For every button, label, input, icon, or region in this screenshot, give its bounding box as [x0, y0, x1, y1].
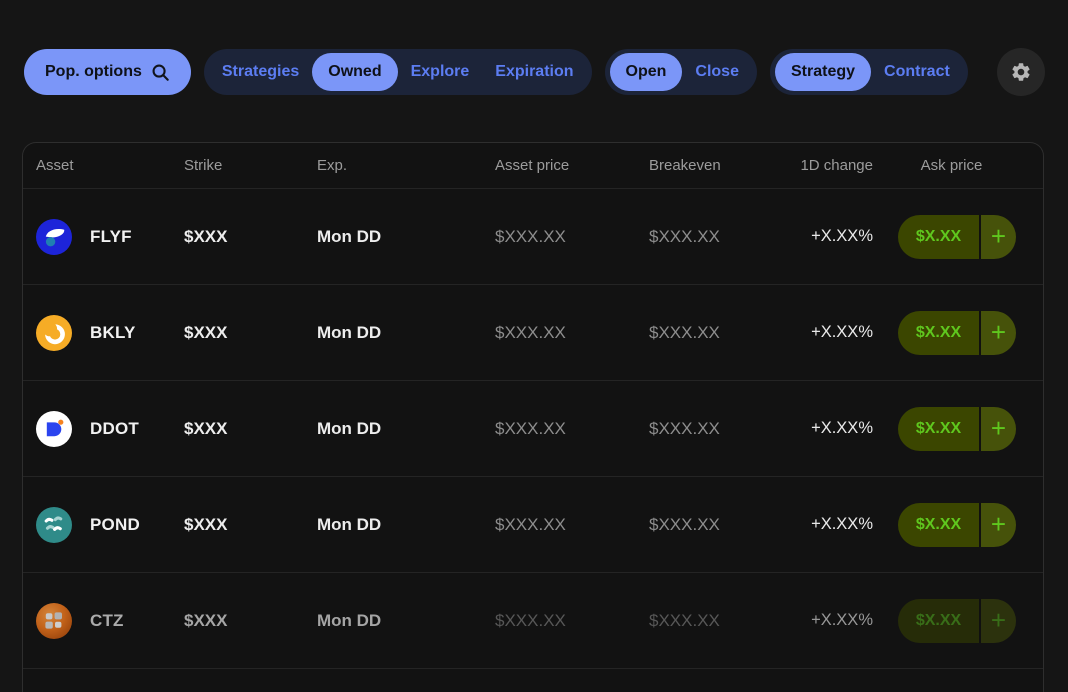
- col-header-asset-price: Asset price: [495, 157, 649, 174]
- table-row[interactable]: CTZ $XXX Mon DD $XXX.XX $XXX.XX +X.XX% $…: [23, 572, 1043, 668]
- pop-options-button[interactable]: Pop. options: [24, 49, 191, 95]
- asset-cell: FLYF: [36, 219, 184, 255]
- table-row[interactable]: FLYF $XXX Mon DD $XXX.XX $XXX.XX +X.XX% …: [23, 188, 1043, 284]
- ctz-logo-icon: [36, 603, 72, 639]
- ask-price-label[interactable]: $X.XX: [898, 407, 979, 451]
- toolbar: Pop. options Strategies Owned Explore Ex…: [24, 48, 1045, 96]
- options-trading-screen: Pop. options Strategies Owned Explore Ex…: [0, 0, 1068, 692]
- add-icon[interactable]: +: [979, 407, 1016, 451]
- breakeven-cell: $XXX.XX: [649, 323, 785, 343]
- flyf-logo-icon: [36, 219, 72, 255]
- table-row[interactable]: DDOT $XXX Mon DD $XXX.XX $XXX.XX +X.XX% …: [23, 380, 1043, 476]
- col-header-asset: Asset: [36, 157, 184, 174]
- table-header: Asset Strike Exp. Asset price Breakeven …: [23, 143, 1043, 188]
- strike-cell: $XXX: [184, 227, 317, 247]
- exp-cell: Mon DD: [317, 419, 495, 439]
- add-icon[interactable]: +: [979, 599, 1016, 643]
- ask-cell: $X.XX +: [873, 215, 1030, 259]
- tab-owned[interactable]: Owned: [312, 53, 397, 91]
- ask-buy-button[interactable]: $X.XX +: [898, 407, 1016, 451]
- exp-cell: Mon DD: [317, 611, 495, 631]
- toggle-close[interactable]: Close: [682, 53, 752, 91]
- bkly-logo-icon: [36, 315, 72, 351]
- change-cell: +X.XX%: [785, 611, 873, 630]
- ticker-label: CTZ: [90, 611, 124, 631]
- options-table: Asset Strike Exp. Asset price Breakeven …: [22, 142, 1044, 692]
- table-row[interactable]: POND $XXX Mon DD $XXX.XX $XXX.XX +X.XX% …: [23, 476, 1043, 572]
- pond-logo-icon: [36, 507, 72, 543]
- strike-cell: $XXX: [184, 515, 317, 535]
- add-icon[interactable]: +: [979, 311, 1016, 355]
- tab-explore[interactable]: Explore: [398, 53, 483, 91]
- col-header-strike: Strike: [184, 157, 317, 174]
- exp-cell: Mon DD: [317, 323, 495, 343]
- open-close-toggle: Open Close: [605, 49, 757, 95]
- asset-cell: POND: [36, 507, 184, 543]
- change-cell: +X.XX%: [785, 227, 873, 246]
- ask-buy-button[interactable]: $X.XX +: [898, 311, 1016, 355]
- asset-price-cell: $XXX.XX: [495, 227, 649, 247]
- strike-cell: $XXX: [184, 323, 317, 343]
- toggle-contract[interactable]: Contract: [871, 53, 963, 91]
- change-cell: +X.XX%: [785, 323, 873, 342]
- col-header-breakeven: Breakeven: [649, 157, 785, 174]
- search-icon: [151, 63, 170, 82]
- strike-cell: $XXX: [184, 419, 317, 439]
- ddot-logo-icon: [36, 411, 72, 447]
- breakeven-cell: $XXX.XX: [649, 227, 785, 247]
- ask-buy-button[interactable]: $X.XX +: [898, 215, 1016, 259]
- ask-cell: $X.XX +: [873, 503, 1030, 547]
- change-cell: +X.XX%: [785, 419, 873, 438]
- ask-price-label[interactable]: $X.XX: [898, 215, 979, 259]
- gear-icon: [1010, 61, 1032, 83]
- ask-cell: $X.XX +: [873, 599, 1030, 643]
- strategy-contract-toggle: Strategy Contract: [770, 49, 968, 95]
- breakeven-cell: $XXX.XX: [649, 515, 785, 535]
- add-icon[interactable]: +: [979, 215, 1016, 259]
- ask-price-label[interactable]: $X.XX: [898, 311, 979, 355]
- pop-options-label: Pop. options: [45, 63, 142, 81]
- exp-cell: Mon DD: [317, 515, 495, 535]
- ask-buy-button[interactable]: $X.XX +: [898, 503, 1016, 547]
- asset-price-cell: $XXX.XX: [495, 419, 649, 439]
- exp-cell: Mon DD: [317, 227, 495, 247]
- col-header-exp: Exp.: [317, 157, 495, 174]
- col-header-1d-change: 1D change: [785, 157, 873, 174]
- strike-cell: $XXX: [184, 611, 317, 631]
- toggle-open[interactable]: Open: [610, 53, 683, 91]
- asset-cell: BKLY: [36, 315, 184, 351]
- asset-cell: DDOT: [36, 411, 184, 447]
- change-cell: +X.XX%: [785, 515, 873, 534]
- add-icon[interactable]: +: [979, 503, 1016, 547]
- ask-cell: $X.XX +: [873, 407, 1030, 451]
- ask-buy-button[interactable]: $X.XX +: [898, 599, 1016, 643]
- table-row[interactable]: BKLY $XXX Mon DD $XXX.XX $XXX.XX +X.XX% …: [23, 284, 1043, 380]
- ticker-label: DDOT: [90, 419, 139, 439]
- asset-price-cell: $XXX.XX: [495, 611, 649, 631]
- breakeven-cell: $XXX.XX: [649, 611, 785, 631]
- ask-price-label[interactable]: $X.XX: [898, 503, 979, 547]
- ask-cell: $X.XX +: [873, 311, 1030, 355]
- breakeven-cell: $XXX.XX: [649, 419, 785, 439]
- toggle-strategy[interactable]: Strategy: [775, 53, 871, 91]
- tab-strategies[interactable]: Strategies: [209, 53, 312, 91]
- asset-price-cell: $XXX.XX: [495, 515, 649, 535]
- asset-price-cell: $XXX.XX: [495, 323, 649, 343]
- asset-cell: CTZ: [36, 603, 184, 639]
- tab-expiration[interactable]: Expiration: [482, 53, 586, 91]
- view-tabs: Strategies Owned Explore Expiration: [204, 49, 592, 95]
- ticker-label: FLYF: [90, 227, 132, 247]
- ask-price-label[interactable]: $X.XX: [898, 599, 979, 643]
- ticker-label: BKLY: [90, 323, 136, 343]
- table-row-partial: [23, 668, 1043, 692]
- ticker-label: POND: [90, 515, 140, 535]
- settings-button[interactable]: [997, 48, 1045, 96]
- col-header-ask-price: Ask price: [873, 157, 1030, 174]
